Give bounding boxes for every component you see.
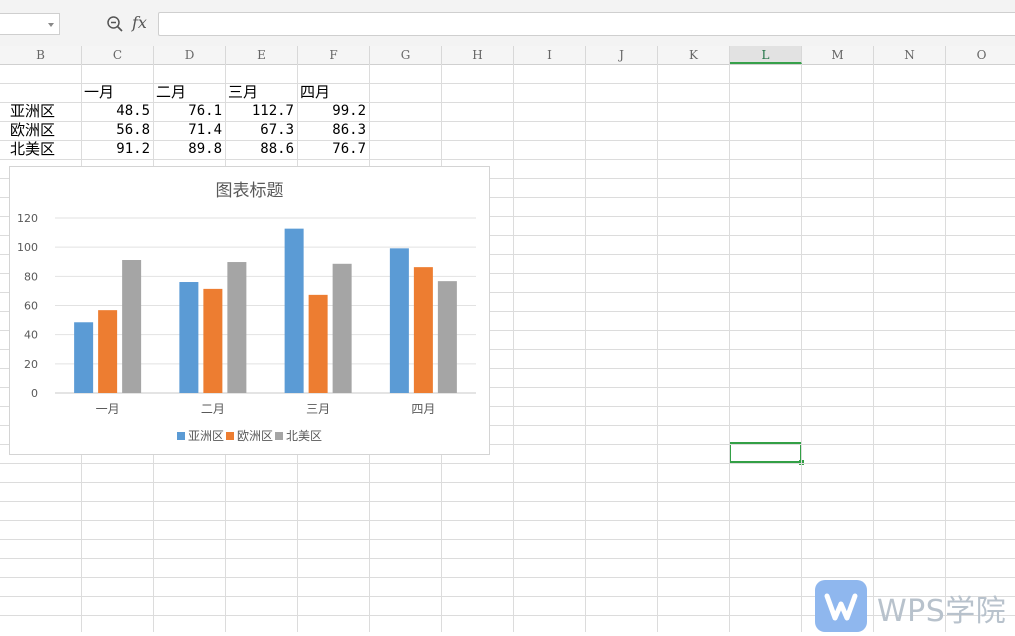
bar-2-1[interactable] <box>308 294 328 393</box>
grid-row-line <box>0 102 1015 103</box>
column-header-j[interactable]: J <box>586 46 658 64</box>
value-cell[interactable]: 56.8 <box>82 121 150 140</box>
formula-input[interactable] <box>158 12 1015 36</box>
bar-1-1[interactable] <box>203 288 223 393</box>
grid-row-line <box>0 520 1015 521</box>
grid-column-line <box>945 64 946 632</box>
formula-bar: fx <box>0 0 1015 47</box>
bar-0-0[interactable] <box>74 322 94 393</box>
zoom-icon[interactable] <box>106 15 124 33</box>
grid-row-line <box>0 159 1015 160</box>
column-header-o[interactable]: O <box>946 46 1015 64</box>
grid-row-line <box>0 463 1015 464</box>
x-tick-label: 一月 <box>96 402 120 416</box>
chevron-down-icon[interactable] <box>48 23 54 27</box>
value-cell[interactable]: 112.7 <box>226 102 294 121</box>
bar-3-1[interactable] <box>413 267 433 393</box>
fx-icon[interactable]: fx <box>132 13 147 32</box>
column-header-m[interactable]: M <box>802 46 874 64</box>
bar-chart[interactable]: 图表标题 0 20 40 60 80 100 120 一月 二月 三月 四月 亚洲区 欧洲区 北美区 <box>9 166 490 455</box>
bar-0-1[interactable] <box>98 310 118 393</box>
y-tick-label: 40 <box>24 329 38 342</box>
column-header-h[interactable]: H <box>442 46 514 64</box>
column-header-c[interactable]: C <box>82 46 154 64</box>
y-tick-label: 120 <box>17 212 38 225</box>
column-header-l[interactable]: L <box>730 46 802 64</box>
month-header[interactable]: 三月 <box>228 83 296 102</box>
column-header-d[interactable]: D <box>154 46 226 64</box>
value-cell[interactable]: 89.8 <box>154 140 222 159</box>
grid-row-line <box>0 539 1015 540</box>
legend-swatch <box>176 431 185 440</box>
value-cell[interactable]: 99.2 <box>298 102 366 121</box>
grid-column-line <box>801 64 802 632</box>
x-tick-label: 三月 <box>306 402 330 416</box>
legend-swatch <box>275 431 283 440</box>
grid-column-line <box>513 64 514 632</box>
x-tick-label: 二月 <box>201 402 225 416</box>
value-cell[interactable]: 76.7 <box>298 140 366 159</box>
month-header[interactable]: 一月 <box>84 83 152 102</box>
column-header-f[interactable]: F <box>298 46 370 64</box>
watermark: WPS学院 <box>815 578 1015 632</box>
bar-3-0[interactable] <box>389 248 409 393</box>
y-tick-label: 60 <box>24 300 38 313</box>
wps-logo-icon <box>815 580 867 632</box>
month-header[interactable]: 四月 <box>300 83 368 102</box>
value-cell[interactable]: 71.4 <box>154 121 222 140</box>
legend-item[interactable]: 北美区 <box>275 427 322 444</box>
grid-column-line <box>729 64 730 632</box>
x-tick-label: 四月 <box>411 402 435 416</box>
y-tick-label: 20 <box>24 358 38 371</box>
value-cell[interactable]: 88.6 <box>226 140 294 159</box>
legend-label: 欧洲区 <box>236 429 273 443</box>
legend-swatch <box>225 431 234 440</box>
grid-row-line <box>0 140 1015 141</box>
value-cell[interactable]: 48.5 <box>82 102 150 121</box>
y-tick-label: 80 <box>24 270 38 283</box>
active-cell[interactable] <box>729 442 804 465</box>
value-cell[interactable]: 91.2 <box>82 140 150 159</box>
legend-label: 北美区 <box>286 429 323 443</box>
bar-2-0[interactable] <box>284 228 304 393</box>
grid-column-line <box>585 64 586 632</box>
legend-item[interactable]: 亚洲区 <box>176 427 224 444</box>
watermark-text: WPS学院 <box>877 594 1007 629</box>
legend-item[interactable]: 欧洲区 <box>225 427 273 444</box>
value-cell[interactable]: 86.3 <box>298 121 366 140</box>
region-label[interactable]: 北美区 <box>10 140 80 159</box>
chart-plot: 0 20 40 60 80 100 120 一月 二月 三月 四月 <box>17 212 476 416</box>
value-cell[interactable]: 67.3 <box>226 121 294 140</box>
y-tick-label: 100 <box>17 241 38 254</box>
column-header-k[interactable]: K <box>658 46 730 64</box>
column-header-e[interactable]: E <box>226 46 298 64</box>
month-header[interactable]: 二月 <box>156 83 224 102</box>
bar-3-2[interactable] <box>437 281 457 393</box>
value-cell[interactable]: 76.1 <box>154 102 222 121</box>
region-label[interactable]: 亚洲区 <box>10 102 80 121</box>
column-header-n[interactable]: N <box>874 46 946 64</box>
region-label[interactable]: 欧洲区 <box>10 121 80 140</box>
grid-row-line <box>0 482 1015 483</box>
bar-2-2[interactable] <box>332 263 352 393</box>
name-box[interactable] <box>0 13 60 35</box>
legend-label: 亚洲区 <box>187 429 224 443</box>
grid-row-line <box>0 558 1015 559</box>
grid-column-line <box>873 64 874 632</box>
bar-1-2[interactable] <box>227 262 247 393</box>
grid-column-line <box>657 64 658 632</box>
column-header-b[interactable]: B <box>0 46 82 64</box>
column-header-i[interactable]: I <box>514 46 586 64</box>
grid-row-line <box>0 501 1015 502</box>
column-header-bar: BCDEFGHIJKLMNO <box>0 46 1015 65</box>
bar-0-2[interactable] <box>122 260 142 393</box>
bar-1-0[interactable] <box>179 282 199 393</box>
column-header-g[interactable]: G <box>370 46 442 64</box>
y-tick-label: 0 <box>31 387 38 400</box>
chart-legend[interactable]: 亚洲区 欧洲区 北美区 <box>10 427 489 444</box>
grid-row-line <box>0 121 1015 122</box>
grid-row-line <box>0 83 1015 84</box>
